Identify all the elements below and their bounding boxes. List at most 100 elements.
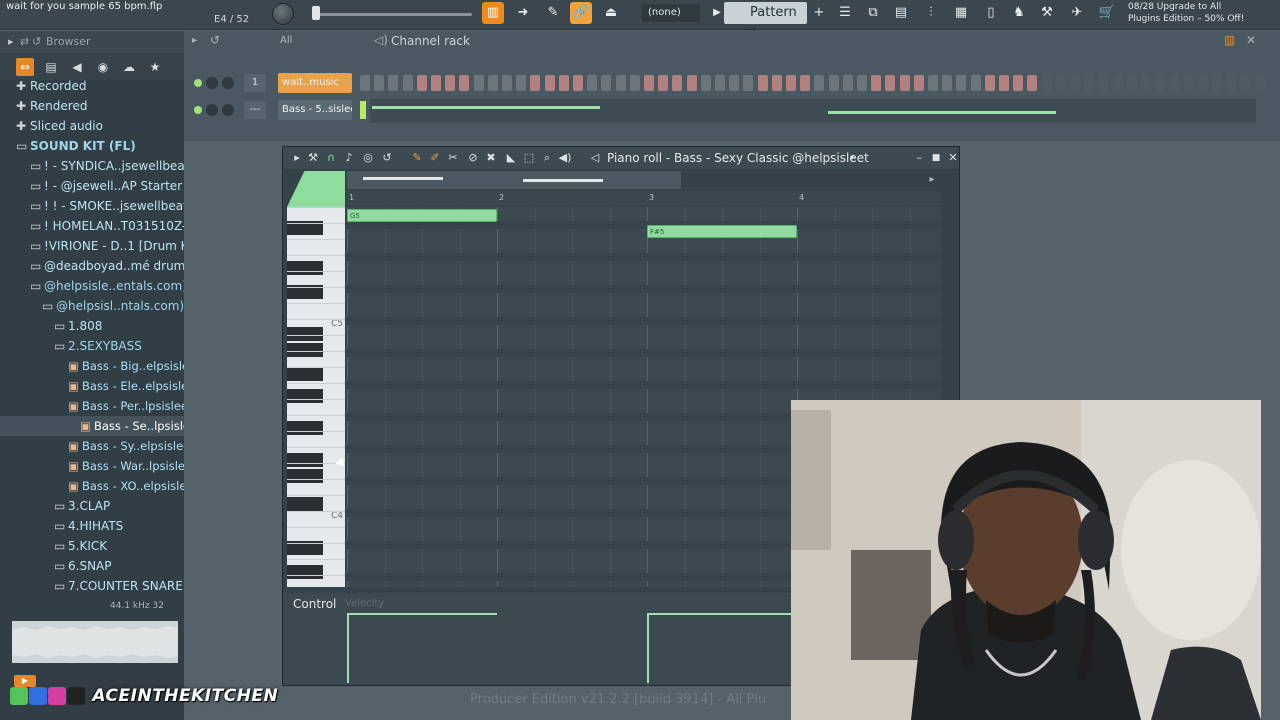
control-label[interactable]: Control: [293, 597, 336, 611]
step-button[interactable]: [871, 75, 882, 91]
wrench-icon[interactable]: ⚒: [305, 150, 321, 166]
plugin-icon[interactable]: ◉: [94, 58, 112, 76]
step-button[interactable]: [700, 75, 711, 91]
pencil-icon[interactable]: ✎: [542, 2, 564, 24]
magnet-icon[interactable]: ∩: [323, 150, 339, 166]
back-icon[interactable]: ↺: [32, 31, 41, 53]
browser-folder-item[interactable]: ▭ SOUND KIT (FL): [0, 136, 184, 156]
pattern-song-toggle[interactable]: ▥: [482, 2, 504, 24]
browser-folder-item[interactable]: ▭ 6.SNAP: [0, 556, 184, 576]
metronome-icon[interactable]: ⏏: [600, 2, 622, 24]
rack-menu-icon[interactable]: ▸: [192, 35, 197, 46]
step-button[interactable]: [1013, 75, 1024, 91]
browser-folder-item[interactable]: ▭! - SYNDICA..jsewellbeats: [0, 156, 184, 176]
slice-icon[interactable]: ✂: [445, 150, 461, 166]
browser-folder-item[interactable]: ▭ 3.CLAP: [0, 496, 184, 516]
browser-sample-item[interactable]: ▣Bass - Big..elpsisleet: [0, 356, 184, 376]
scroll-handle[interactable]: [523, 179, 603, 182]
pr-menu-icon[interactable]: ▸: [289, 150, 305, 166]
rack-close-icon[interactable]: ✕: [1246, 33, 1256, 47]
snap-select[interactable]: (none): [642, 4, 700, 22]
step-button[interactable]: [573, 75, 583, 91]
record-icon[interactable]: ◎: [360, 150, 376, 166]
channel-pan-knob[interactable]: [206, 104, 218, 116]
paint-brush-icon[interactable]: ✐: [427, 150, 443, 166]
step-button[interactable]: [445, 75, 456, 91]
zoom-icon[interactable]: ⌕: [539, 150, 555, 166]
step-button[interactable]: [530, 75, 541, 91]
select-icon[interactable]: ⬚: [521, 150, 537, 166]
step-button[interactable]: [558, 75, 569, 91]
playback-icon[interactable]: ◀): [557, 150, 573, 166]
step-button[interactable]: [800, 75, 811, 91]
delete-icon[interactable]: ✖: [483, 150, 499, 166]
step-button[interactable]: [757, 75, 768, 91]
browser-sample-item[interactable]: ▣Bass - Ele..elpsisleet: [0, 376, 184, 396]
browser-folder-item[interactable]: ▭! - @jsewell..AP Starter Kit: [0, 176, 184, 196]
step-button[interactable]: [1041, 75, 1052, 91]
master-pitch-slider[interactable]: [312, 13, 472, 16]
browser-folder-item[interactable]: ▭ 7.COUNTER SNARE: [0, 576, 184, 596]
step-button[interactable]: [928, 75, 938, 91]
send-icon[interactable]: ✈: [1066, 2, 1088, 24]
browser-folder-item[interactable]: ▭!VIRIONE - D..1 [Drum Kit]: [0, 236, 184, 256]
step-button[interactable]: [360, 75, 370, 91]
step-button[interactable]: [814, 75, 825, 91]
step-button[interactable]: [999, 75, 1009, 91]
black-key[interactable]: [287, 421, 323, 435]
channel-filter[interactable]: All: [280, 35, 348, 51]
arrow-icon[interactable]: ➜: [512, 2, 534, 24]
maximize-icon[interactable]: ■: [928, 150, 944, 166]
plugin-icon[interactable]: ♞: [1008, 2, 1030, 24]
step-button[interactable]: [715, 75, 725, 91]
step-button[interactable]: [416, 75, 427, 91]
browser-folder-item[interactable]: ▭ 2.SEXYBASS: [0, 336, 184, 356]
timeline-ruler[interactable]: 1 2 3 4: [347, 191, 941, 205]
zoom-handle[interactable]: [363, 177, 443, 180]
step-button[interactable]: [644, 75, 654, 91]
black-key[interactable]: [287, 389, 323, 403]
rack-back-icon[interactable]: ↺: [210, 33, 220, 47]
horizontal-scroll[interactable]: [347, 171, 681, 189]
mixer-icon[interactable]: ⫶: [920, 2, 942, 24]
browser-folder-item[interactable]: ▭! ! - SMOKE..jsewellbeats: [0, 196, 184, 216]
browser-folder-item[interactable]: ▭! HOMELAN..T031510Z-001: [0, 216, 184, 236]
step-button[interactable]: [984, 75, 995, 91]
step-button[interactable]: [1084, 75, 1095, 91]
step-button[interactable]: [842, 75, 853, 91]
channel-rack-icon[interactable]: ▤: [890, 2, 912, 24]
browser-folder-item[interactable]: ▭@deadboyad..mé drumkit: [0, 256, 184, 276]
piano-roll-icon[interactable]: ⧉: [862, 2, 884, 24]
step-button[interactable]: [629, 75, 640, 91]
browser-sample-item[interactable]: ▣Bass - War..lpsisleet: [0, 456, 184, 476]
step-button[interactable]: [956, 75, 967, 91]
browser-sample-item[interactable]: ▣ Bass - Per..lpsisleet: [0, 396, 184, 416]
mute-icon[interactable]: ⊘: [465, 150, 481, 166]
star-icon[interactable]: ★: [146, 58, 164, 76]
step-button[interactable]: [1240, 75, 1251, 91]
step-button[interactable]: [473, 75, 484, 91]
step-button[interactable]: [402, 75, 413, 91]
black-key[interactable]: [287, 453, 323, 467]
piano-keyboard[interactable]: C5 C4: [287, 207, 345, 587]
note-color-selector[interactable]: [287, 171, 345, 207]
channel-mixer-track[interactable]: 1: [244, 74, 266, 92]
step-button[interactable]: [544, 75, 555, 91]
black-key[interactable]: [287, 469, 323, 483]
browser-sample-item[interactable]: ▣Bass - XO..elpsisleet: [0, 476, 184, 496]
master-volume-knob[interactable]: [272, 3, 294, 25]
upgrade-notice[interactable]: 08/28 Upgrade to All Plugins Edition – 5…: [1128, 1, 1248, 25]
file-icon[interactable]: ▯: [980, 2, 1002, 24]
step-button[interactable]: [516, 75, 527, 91]
step-button[interactable]: [601, 75, 612, 91]
step-button[interactable]: [1183, 75, 1194, 91]
step-button[interactable]: [885, 75, 896, 91]
add-pattern-icon[interactable]: +: [808, 2, 830, 24]
step-button[interactable]: [786, 75, 796, 91]
black-key[interactable]: [287, 565, 323, 579]
expand-icon[interactable]: ▸: [8, 31, 14, 53]
note-g5[interactable]: G5: [347, 209, 497, 222]
step-button[interactable]: [899, 75, 910, 91]
step-button[interactable]: [615, 75, 626, 91]
tools-icon[interactable]: ⚒: [1036, 2, 1058, 24]
